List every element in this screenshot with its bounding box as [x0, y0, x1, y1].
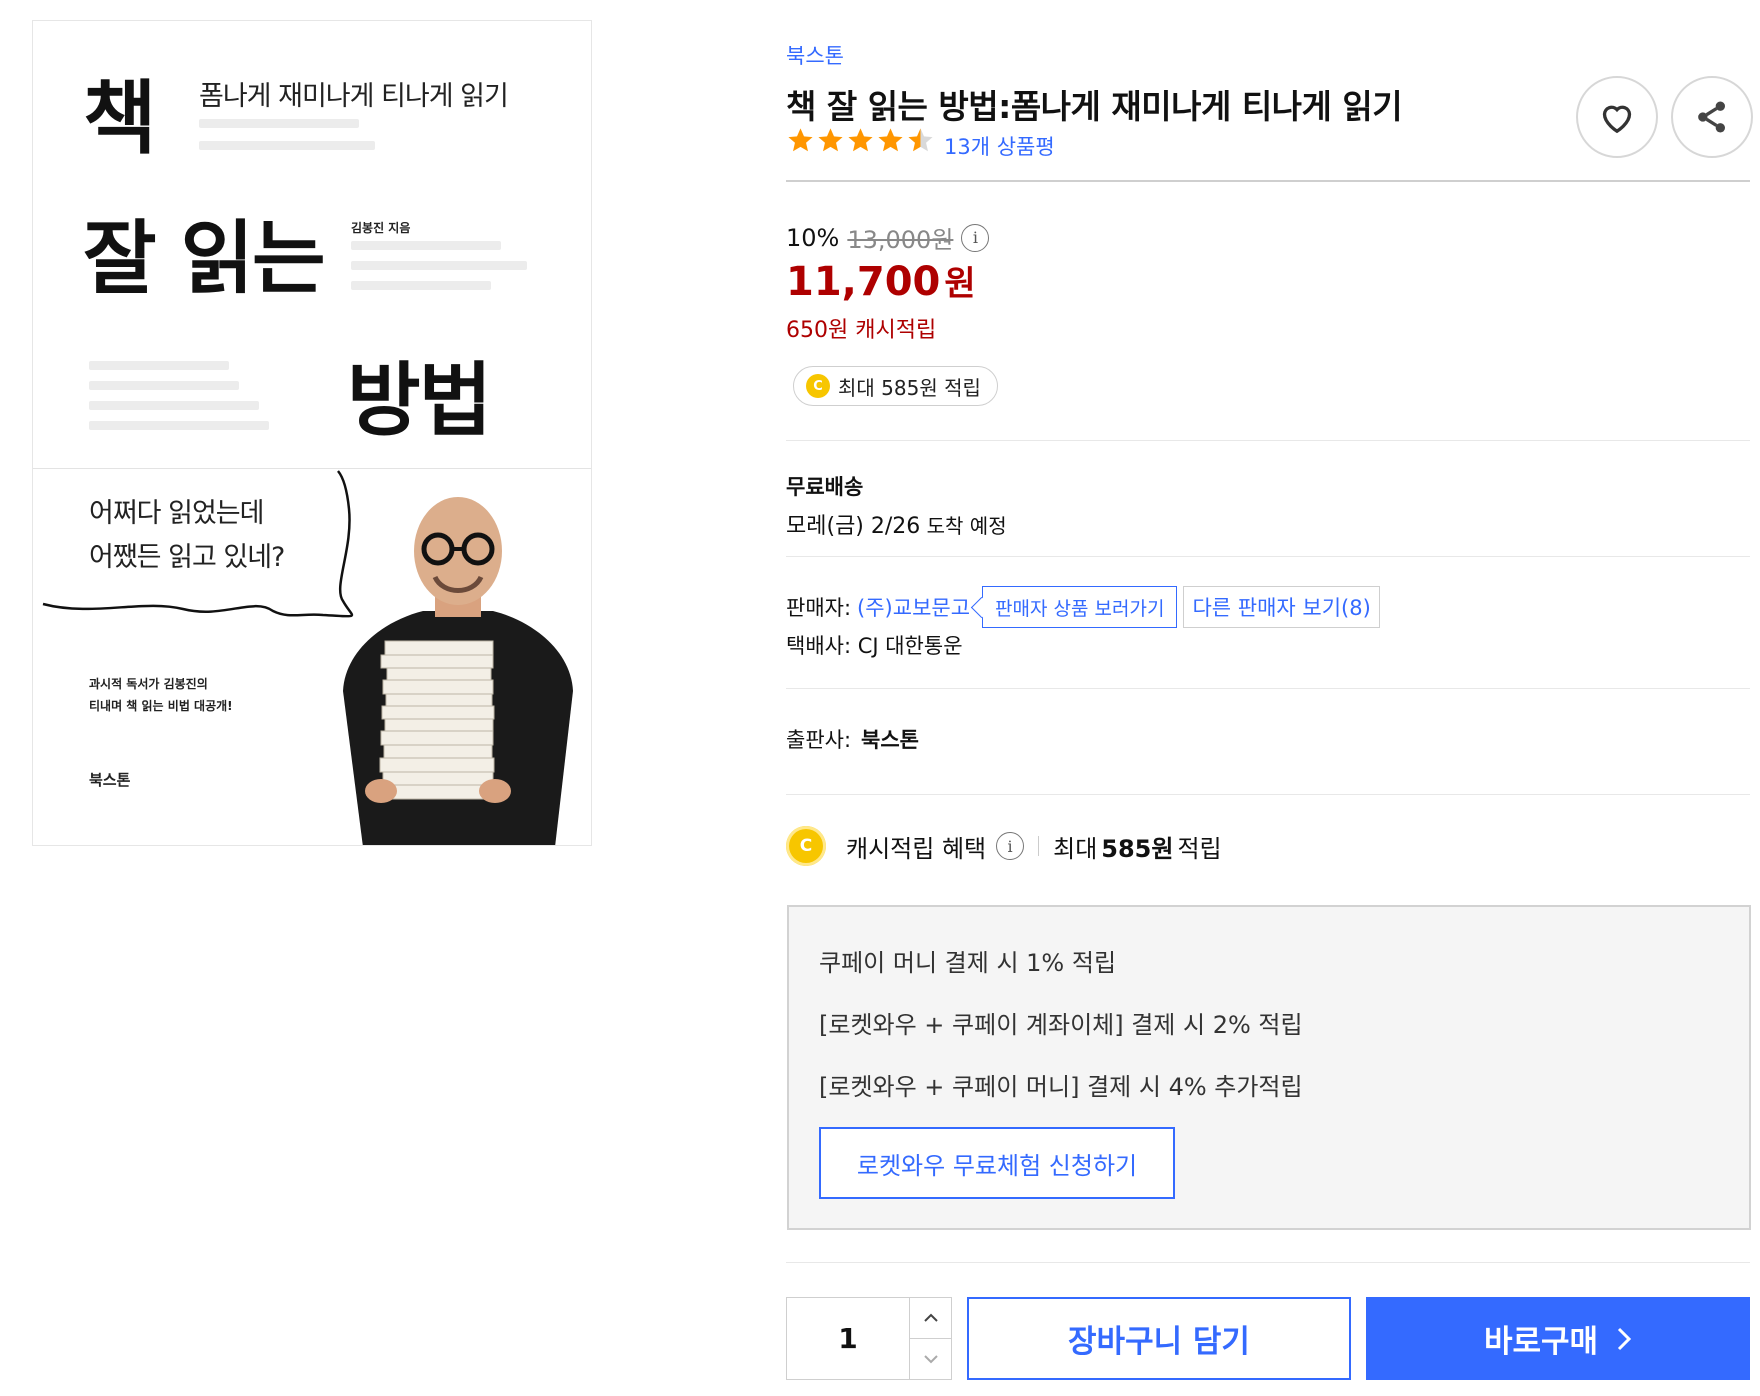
star-full-icon — [878, 128, 903, 152]
buy-now-button[interactable]: 바로구매 — [1366, 1297, 1750, 1380]
discount-rate: 10% — [786, 223, 840, 252]
cover-hashtag-line — [89, 401, 259, 410]
seller-name-link[interactable]: (주)교보문고 — [857, 592, 970, 622]
publisher-label: 출판사: — [786, 728, 852, 752]
seller-row: 판매자: (주)교보문고 판매자 상품 보러가기 다른 판매자 보기(8) — [786, 586, 1380, 628]
cover-author: 김봉진 지음 — [351, 221, 411, 235]
author-photo-icon — [343, 497, 573, 845]
sale-price: 11,700 원 — [786, 256, 976, 305]
original-price: 13,000원 — [847, 226, 954, 254]
chevron-down-icon — [923, 1355, 938, 1364]
cover-hashtag-line — [89, 381, 239, 390]
publisher-name: 북스톤 — [861, 728, 920, 752]
publisher-row: 출판사: 북스톤 — [786, 724, 919, 754]
book-stack — [378, 640, 495, 800]
brand-link[interactable]: 북스톤 — [786, 40, 844, 70]
cash-coin-icon: C — [786, 826, 826, 866]
section-divider — [786, 556, 1750, 557]
seller-label: 판매자: — [786, 596, 852, 620]
cover-hashtag-line — [351, 281, 491, 290]
benefit-line: [로켓와우 + 쿠페이 머니] 결제 시 4% 추가적립 — [819, 1073, 1303, 1101]
quantity-stepper — [786, 1297, 952, 1380]
cash-benefit-box: 쿠페이 머니 결제 시 1% 적립 [로켓와우 + 쿠페이 계좌이체] 결제 시… — [787, 905, 1751, 1230]
cover-hashtag-line — [199, 141, 375, 150]
cover-blurb-line-1: 과시적 독서가 김봉진의 — [89, 677, 208, 691]
separator — [1038, 836, 1040, 856]
chevron-up-icon — [923, 1313, 938, 1322]
cover-speech-line-2: 어쨌든 읽고 있네? — [89, 542, 285, 573]
rating-stars — [786, 126, 935, 155]
section-divider — [786, 794, 1750, 795]
cover-hashtag-line — [199, 119, 359, 128]
rocket-wow-trial-button[interactable]: 로켓와우 무료체험 신청하기 — [819, 1127, 1175, 1199]
wishlist-button[interactable] — [1576, 76, 1658, 158]
cover-hashtag-line — [351, 241, 501, 250]
discount-row: 10% 13,000원 i — [786, 220, 990, 255]
max-reward-badge[interactable]: C 최대 585원 적립 — [793, 366, 998, 406]
quantity-decrease-button[interactable] — [910, 1338, 951, 1379]
arrival-date-suffix: 도착 예정 — [920, 514, 1007, 538]
cover-title-word-1: 책 — [83, 72, 157, 165]
benefit-line: [로켓와우 + 쿠페이 계좌이체] 결제 시 2% 적립 — [819, 1011, 1303, 1039]
share-button[interactable] — [1671, 76, 1753, 158]
cover-hashtag-line — [89, 361, 229, 370]
section-divider — [786, 440, 1750, 441]
other-sellers-button[interactable]: 다른 판매자 보기(8) — [1183, 586, 1380, 628]
share-icon — [1698, 101, 1725, 133]
cover-hashtag-line — [89, 421, 269, 430]
title-divider — [786, 180, 1750, 182]
seller-products-button[interactable]: 판매자 상품 보러가기 — [982, 586, 1178, 628]
cover-hashtag-line — [351, 261, 527, 270]
max-reward-text: 최대 585원 적립 — [838, 375, 981, 400]
buy-now-label: 바로구매 — [1483, 1324, 1599, 1360]
sale-price-amount: 11,700 — [786, 259, 941, 305]
star-half-icon — [908, 128, 933, 152]
info-icon[interactable]: i — [996, 832, 1025, 860]
benefit-line: 쿠페이 머니 결제 시 1% 적립 — [819, 949, 1117, 977]
courier-info: 택배사: CJ 대한통운 — [786, 634, 963, 658]
info-icon[interactable]: i — [961, 223, 990, 252]
cover-title-area: 책 잘 읽는 방법 폼나게 재미나게 티나게 읽기 김봉진 지음 — [33, 21, 591, 469]
cover-speech-line-1: 어쩌다 읽었는데 — [89, 498, 264, 529]
arrival-date-main: 모레(금) 2/26 — [786, 514, 921, 539]
heart-icon — [1602, 105, 1632, 134]
section-divider — [786, 1262, 1750, 1263]
cover-title-word-3: 방법 — [347, 354, 492, 447]
quantity-increase-button[interactable] — [910, 1298, 951, 1338]
review-count-link[interactable]: 13개 상품평 — [944, 131, 1055, 161]
cash-coin-icon: C — [806, 374, 830, 398]
star-full-icon — [848, 128, 873, 152]
quantity-input[interactable] — [787, 1298, 909, 1379]
cover-publisher-logo: 북스톤 — [89, 771, 131, 789]
quantity-stepper-controls — [909, 1298, 951, 1379]
arrival-date: 모레(금) 2/26 도착 예정 — [786, 508, 1007, 540]
benefit-max-prefix: 최대 — [1053, 834, 1098, 863]
cash-benefit-title: 캐시적립 혜택 — [846, 834, 987, 863]
chevron-right-icon — [1617, 1327, 1632, 1350]
star-full-icon — [818, 128, 843, 152]
benefit-max-amount: 585원 — [1101, 834, 1174, 863]
add-to-cart-button[interactable]: 장바구니 담기 — [967, 1297, 1351, 1380]
sale-price-unit: 원 — [944, 264, 976, 304]
cash-reward-text: 650원 캐시적립 — [786, 318, 937, 343]
cover-subtitle: 폼나게 재미나게 티나게 읽기 — [199, 81, 509, 112]
cash-benefit-row: C 캐시적립 혜택 i 최대 585원 적립 — [786, 826, 1222, 866]
benefit-max-suffix: 적립 — [1177, 834, 1222, 863]
product-title: 책 잘 읽는 방법:폼나게 재미나게 티나게 읽기 — [786, 87, 1403, 126]
section-divider — [786, 688, 1750, 689]
cover-blurb-line-2: 티내며 책 읽는 비법 대공개! — [89, 699, 233, 713]
product-image[interactable]: 책 잘 읽는 방법 폼나게 재미나게 티나게 읽기 김봉진 지음 어쩌다 읽었는… — [32, 20, 592, 846]
cover-title-word-2: 잘 읽는 — [83, 212, 326, 305]
star-full-icon — [788, 128, 813, 152]
shipping-title: 무료배송 — [786, 475, 864, 499]
